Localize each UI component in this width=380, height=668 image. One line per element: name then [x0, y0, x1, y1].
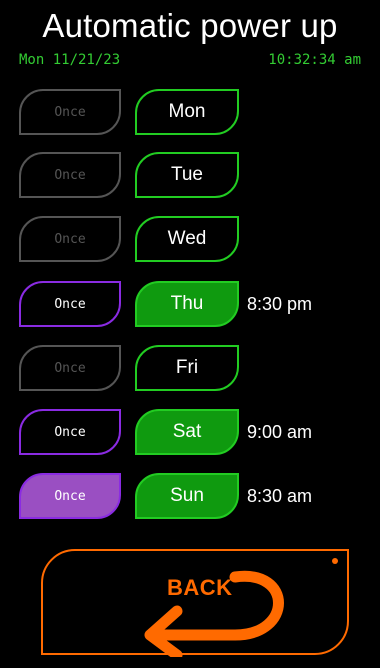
day-button-wed[interactable]: Wed: [135, 216, 239, 262]
u-turn-arrow-icon: [144, 570, 284, 657]
current-date: Mon 11/21/23: [19, 52, 121, 68]
day-button-tue[interactable]: Tue: [135, 152, 239, 198]
schedule-row-thu: Once Thu 8:30 pm: [0, 281, 380, 331]
day-button-sun[interactable]: Sun: [135, 473, 239, 519]
day-button-sat[interactable]: Sat: [135, 409, 239, 455]
once-toggle-wed[interactable]: Once: [19, 216, 121, 262]
schedule-row-fri: Once Fri: [0, 345, 380, 395]
schedule-row-mon: Once Mon: [0, 89, 380, 139]
power-up-time-sun[interactable]: 8:30 am: [247, 473, 312, 519]
day-button-thu[interactable]: Thu: [135, 281, 239, 327]
schedule-row-sat: Once Sat 9:00 am: [0, 409, 380, 459]
once-toggle-thu[interactable]: Once: [19, 281, 121, 327]
schedule-row-sun: Once Sun 8:30 am: [0, 473, 380, 523]
day-button-fri[interactable]: Fri: [135, 345, 239, 391]
schedule-row-tue: Once Tue: [0, 152, 380, 202]
once-toggle-tue[interactable]: Once: [19, 152, 121, 198]
power-up-time-sat[interactable]: 9:00 am: [247, 409, 312, 455]
power-up-time-thu[interactable]: 8:30 pm: [247, 281, 312, 327]
once-toggle-sun[interactable]: Once: [19, 473, 121, 519]
page-title: Automatic power up: [42, 7, 338, 44]
once-toggle-mon[interactable]: Once: [19, 89, 121, 135]
day-button-mon[interactable]: Mon: [135, 89, 239, 135]
back-button[interactable]: BACK: [41, 549, 349, 657]
once-toggle-fri[interactable]: Once: [19, 345, 121, 391]
schedule-row-wed: Once Wed: [0, 216, 380, 266]
back-label: BACK: [167, 575, 233, 600]
once-toggle-sat[interactable]: Once: [19, 409, 121, 455]
current-time: 10:32:34 am: [268, 52, 361, 68]
